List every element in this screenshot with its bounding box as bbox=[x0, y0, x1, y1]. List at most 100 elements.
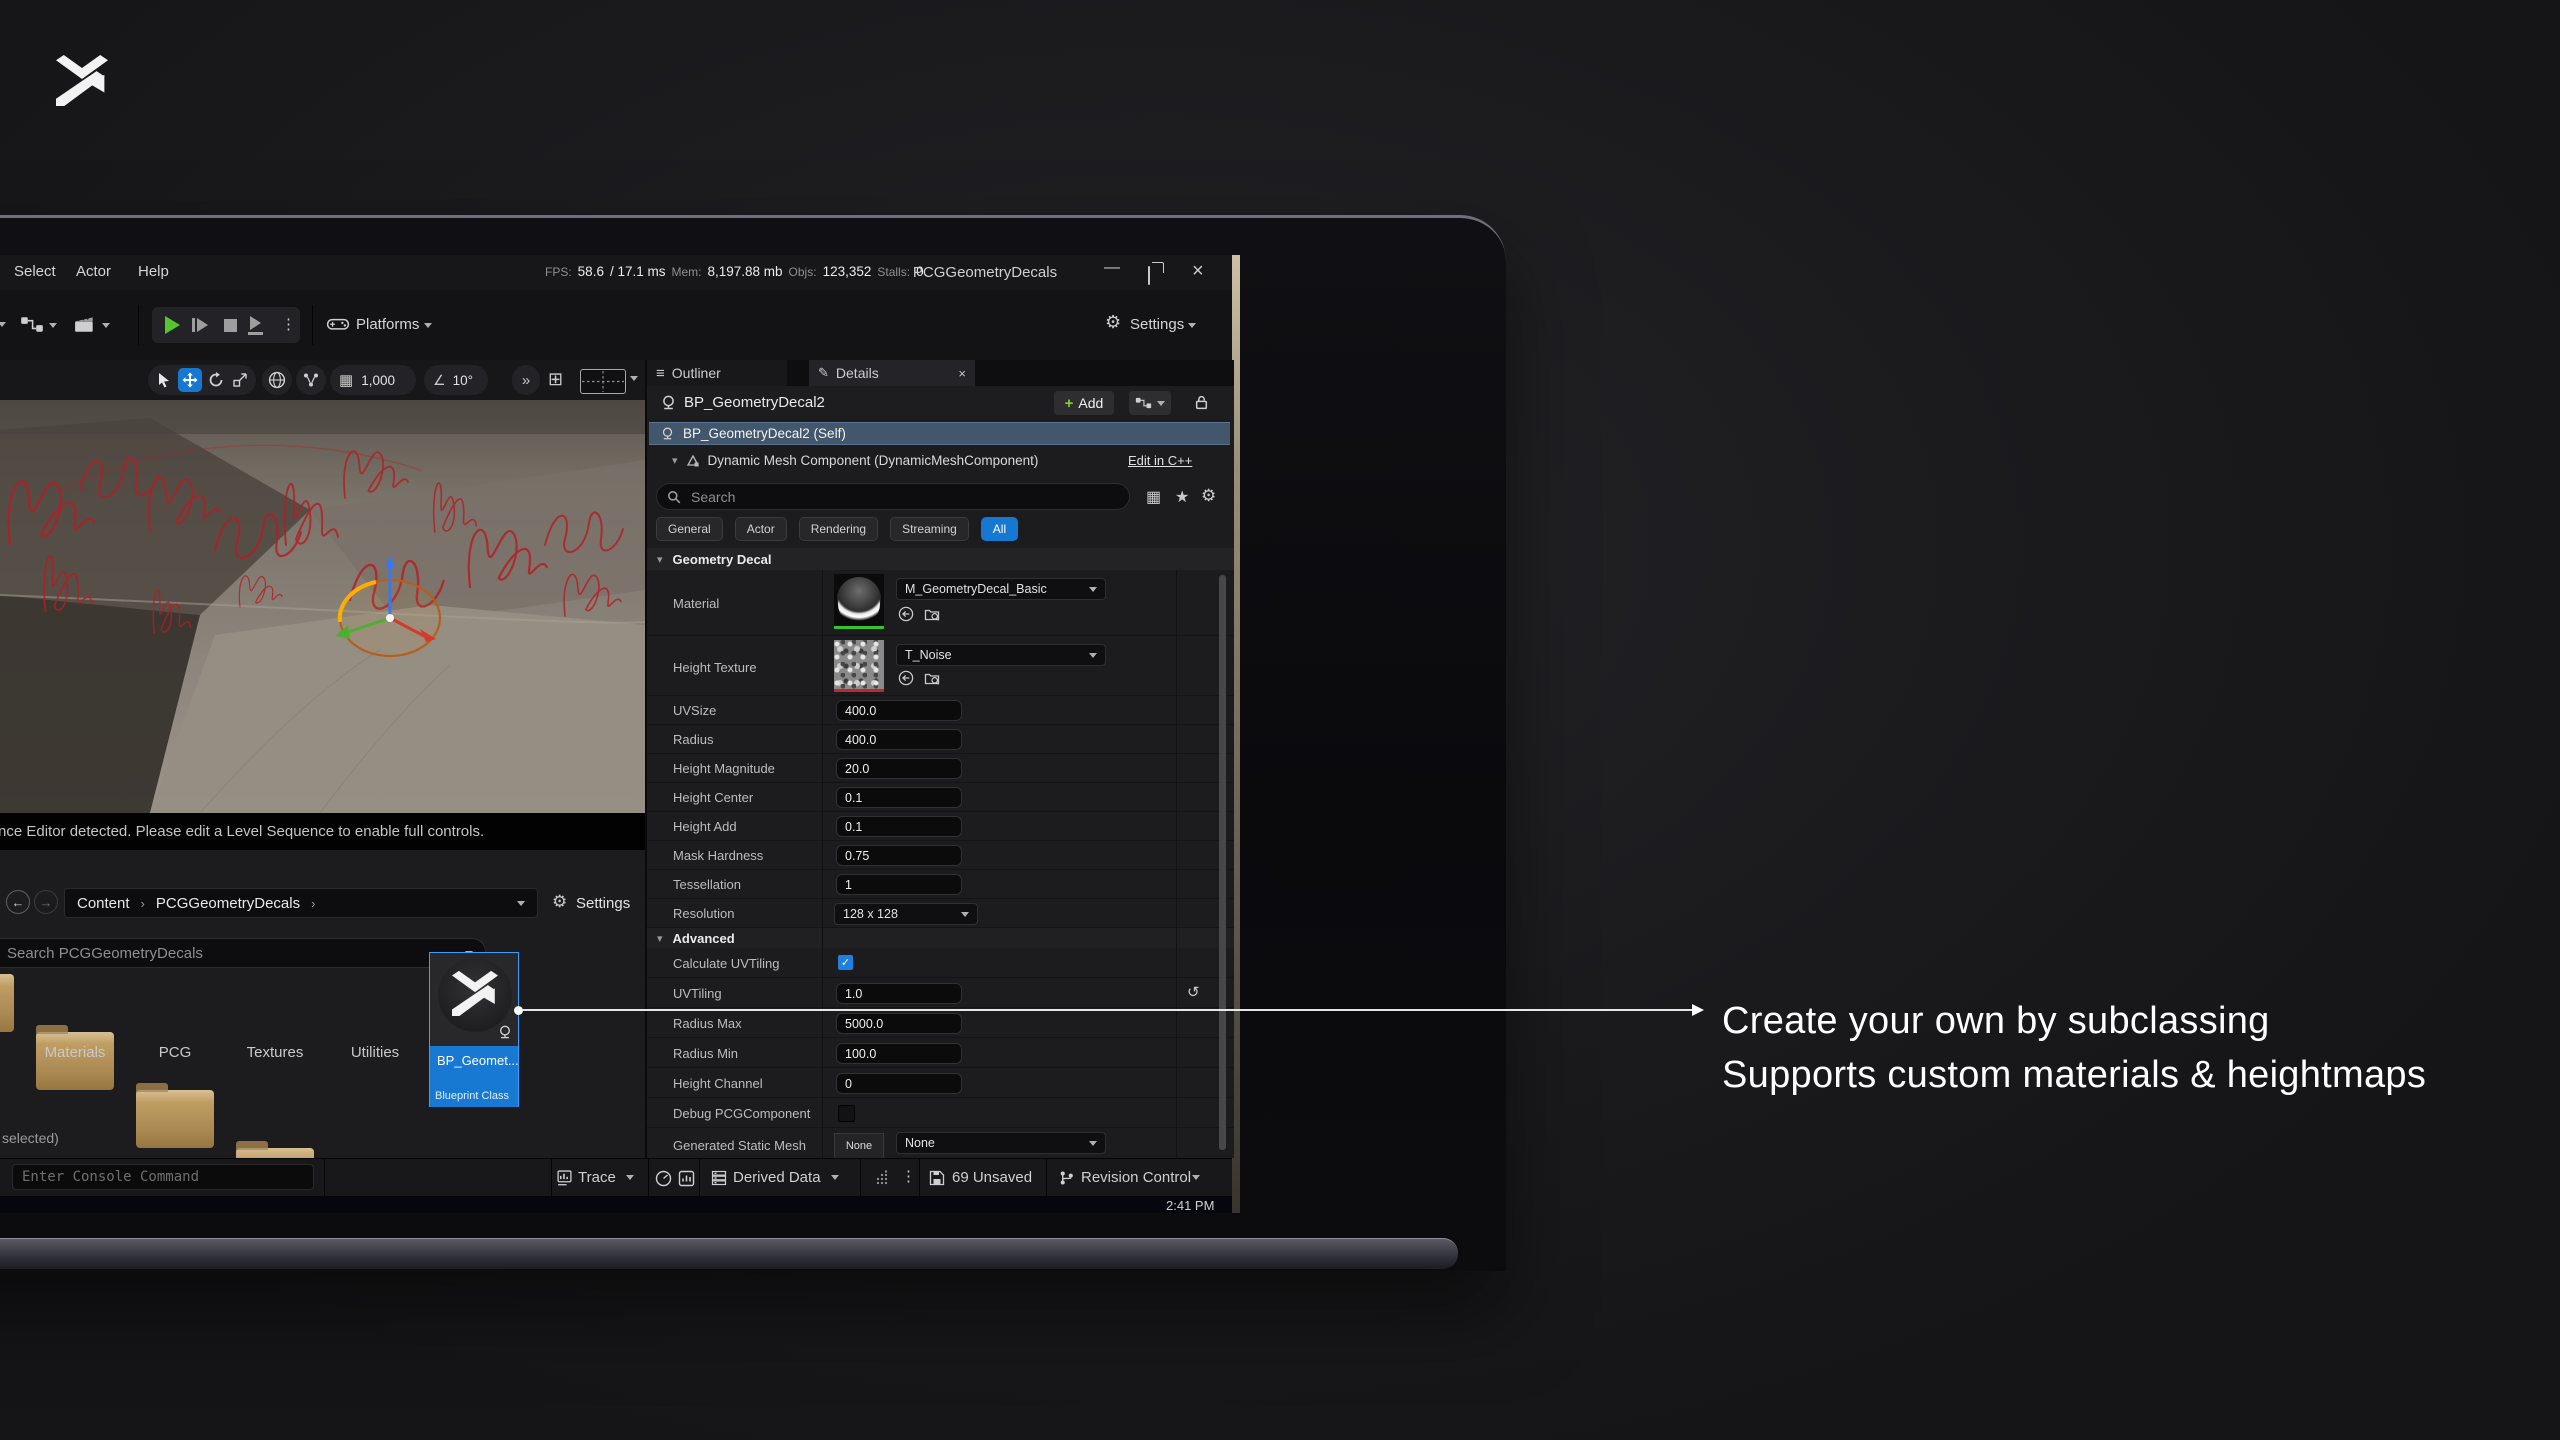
lock-icon[interactable] bbox=[1195, 395, 1208, 410]
height-magnitude-input[interactable]: 20.0 bbox=[836, 758, 962, 779]
breadcrumb-folder[interactable]: PCGGeometryDecals bbox=[156, 895, 300, 912]
tab-details[interactable]: ✎ Details × bbox=[809, 360, 975, 386]
step-icon[interactable] bbox=[192, 318, 195, 332]
step-forward-icon[interactable] bbox=[197, 318, 208, 332]
component-tree-row[interactable]: ▾ Dynamic Mesh Component (DynamicMeshCom… bbox=[647, 448, 1234, 473]
details-search[interactable] bbox=[656, 483, 1130, 510]
rotation-snap-control[interactable]: ∠ 10° bbox=[424, 365, 488, 395]
camera-speed-button[interactable]: » bbox=[512, 365, 540, 395]
add-component-button[interactable]: + Add bbox=[1054, 391, 1114, 415]
chevron-down-icon[interactable]: ▾ bbox=[672, 454, 678, 467]
details-search-input[interactable] bbox=[689, 488, 1053, 506]
browse-to-asset-icon[interactable] bbox=[924, 670, 940, 686]
more-options-icon[interactable]: ⋮ bbox=[281, 315, 296, 333]
world-space-toggle[interactable] bbox=[262, 365, 292, 395]
stop-icon[interactable] bbox=[224, 319, 237, 332]
chevron-down-icon[interactable] bbox=[831, 1175, 839, 1180]
insights-dial-icon[interactable] bbox=[655, 1170, 672, 1187]
folder-materials[interactable] bbox=[36, 1032, 114, 1090]
debug-pcgcomponent-checkbox[interactable] bbox=[838, 1105, 855, 1122]
use-selected-asset-icon[interactable] bbox=[898, 670, 914, 686]
asset-bp-geometrydecal[interactable]: BP_Geomet... Blueprint Class bbox=[429, 952, 519, 1107]
uvtiling-input[interactable]: 1.0 bbox=[836, 983, 962, 1004]
filter-actor[interactable]: Actor bbox=[735, 517, 787, 541]
select-tool-icon[interactable] bbox=[157, 372, 171, 388]
folder-partial[interactable] bbox=[0, 974, 14, 1032]
revert-icon[interactable]: ↺ bbox=[1187, 983, 1200, 1001]
menu-help[interactable]: Help bbox=[138, 263, 169, 280]
material-thumbnail[interactable] bbox=[834, 574, 884, 629]
chevron-down-icon[interactable] bbox=[102, 323, 110, 328]
viewport-scene[interactable] bbox=[0, 400, 645, 813]
radius-min-input[interactable]: 100.0 bbox=[836, 1043, 962, 1064]
surface-snapping-button[interactable] bbox=[296, 365, 326, 395]
scale-tool-icon[interactable] bbox=[233, 372, 248, 387]
chevron-down-icon[interactable] bbox=[630, 376, 638, 381]
rotate-tool-icon[interactable] bbox=[208, 372, 224, 388]
tab-outliner[interactable]: ≡ Outliner bbox=[647, 360, 787, 386]
cb-search[interactable] bbox=[0, 938, 486, 968]
profiler-icon[interactable] bbox=[678, 1170, 695, 1187]
filter-rendering[interactable]: Rendering bbox=[799, 517, 878, 541]
trace-button[interactable]: Trace bbox=[578, 1169, 616, 1186]
section-geometry-decal[interactable]: ▾ Geometry Decal bbox=[647, 548, 1234, 570]
gear-icon[interactable]: ⚙ bbox=[1105, 312, 1121, 333]
tessellation-input[interactable]: 1 bbox=[836, 874, 962, 895]
platforms-button[interactable]: Platforms bbox=[356, 316, 419, 333]
breadcrumb-content[interactable]: Content bbox=[77, 895, 130, 912]
revision-control-button[interactable]: Revision Control bbox=[1081, 1169, 1191, 1186]
uvsize-input[interactable]: 400.0 bbox=[836, 700, 962, 721]
restore-button[interactable] bbox=[1148, 266, 1150, 285]
gsm-dropdown[interactable]: None bbox=[896, 1132, 1106, 1154]
quad-view-icon[interactable]: ⊞ bbox=[548, 369, 563, 390]
chevron-down-icon[interactable] bbox=[49, 323, 57, 328]
blueprints-icon[interactable] bbox=[20, 316, 44, 333]
chevron-down-icon[interactable] bbox=[1188, 323, 1196, 328]
favorites-star-icon[interactable]: ★ bbox=[1175, 487, 1189, 507]
section-advanced[interactable]: ▾ Advanced bbox=[647, 928, 1234, 948]
breadcrumb[interactable]: Content › PCGGeometryDecals › bbox=[64, 888, 538, 918]
filter-general[interactable]: General bbox=[656, 517, 723, 541]
cb-search-input[interactable] bbox=[5, 944, 429, 963]
height-texture-dropdown[interactable]: T_Noise bbox=[896, 644, 1106, 666]
back-icon[interactable]: ← bbox=[6, 890, 30, 914]
height-center-input[interactable]: 0.1 bbox=[836, 787, 962, 808]
gsm-thumbnail[interactable]: None bbox=[834, 1133, 884, 1158]
filter-streaming[interactable]: Streaming bbox=[890, 517, 969, 541]
edit-in-cpp-link[interactable]: Edit in C++ bbox=[1128, 453, 1192, 468]
grid-snap-control[interactable]: ▦ 1,000 bbox=[330, 365, 416, 395]
use-selected-asset-icon[interactable] bbox=[898, 606, 914, 622]
unsaved-button[interactable]: 69 Unsaved bbox=[952, 1169, 1032, 1186]
dotted-grid-icon[interactable] bbox=[875, 1170, 891, 1186]
details-settings-gear-icon[interactable]: ⚙ bbox=[1201, 486, 1216, 506]
forward-icon[interactable]: → bbox=[34, 890, 58, 914]
chevron-down-icon[interactable] bbox=[1192, 1175, 1200, 1180]
radius-max-input[interactable]: 5000.0 bbox=[836, 1013, 962, 1034]
viewport-layout-icon[interactable] bbox=[580, 369, 626, 394]
chevron-down-icon[interactable] bbox=[424, 323, 432, 328]
menu-select[interactable]: Select bbox=[14, 263, 56, 280]
chevron-down-icon[interactable] bbox=[517, 901, 525, 906]
gear-icon[interactable]: ⚙ bbox=[552, 892, 567, 912]
material-dropdown[interactable]: M_GeometryDecal_Basic bbox=[896, 578, 1106, 600]
details-scrollbar[interactable] bbox=[1219, 575, 1226, 1150]
calculate-uvtiling-checkbox[interactable]: ✓ bbox=[838, 955, 853, 970]
minimize-button[interactable]: — bbox=[1104, 259, 1120, 277]
chevron-down-icon[interactable] bbox=[626, 1175, 634, 1180]
menu-actor[interactable]: Actor bbox=[76, 263, 111, 280]
mask-hardness-input[interactable]: 0.75 bbox=[836, 845, 962, 866]
folder-pcg[interactable] bbox=[136, 1090, 214, 1148]
cb-settings-button[interactable]: Settings bbox=[576, 895, 630, 912]
play-icon[interactable] bbox=[165, 316, 180, 334]
close-tab-icon[interactable]: × bbox=[958, 366, 966, 381]
browse-to-asset-icon[interactable] bbox=[924, 606, 940, 622]
cinematics-icon[interactable] bbox=[74, 315, 96, 333]
height-texture-thumbnail[interactable] bbox=[834, 640, 884, 692]
height-add-input[interactable]: 0.1 bbox=[836, 816, 962, 837]
derived-data-button[interactable]: Derived Data bbox=[733, 1169, 821, 1186]
console-command-input[interactable] bbox=[12, 1164, 314, 1190]
blueprint-edit-button[interactable] bbox=[1129, 391, 1171, 415]
close-button[interactable]: × bbox=[1192, 260, 1204, 283]
advance-icon[interactable] bbox=[250, 316, 261, 330]
more-options-icon[interactable]: ⋮ bbox=[901, 1167, 916, 1185]
